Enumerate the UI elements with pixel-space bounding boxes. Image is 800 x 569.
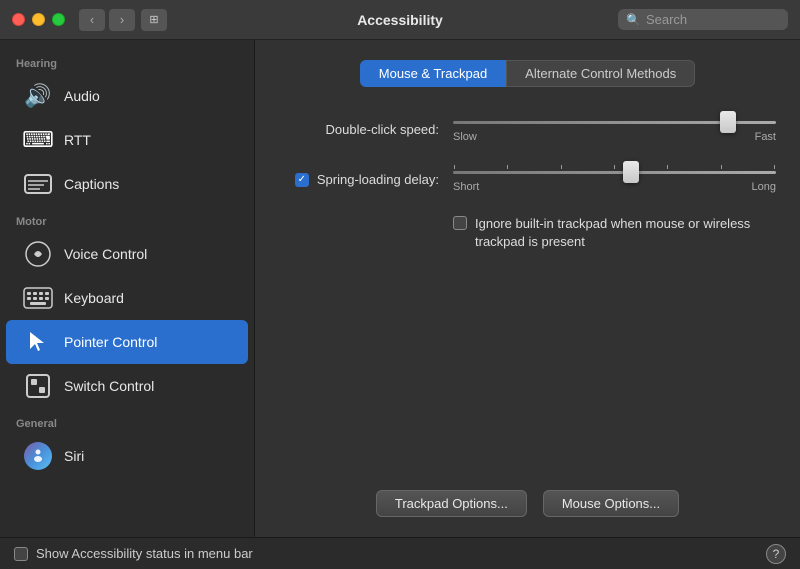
show-accessibility-checkbox[interactable] xyxy=(14,547,28,561)
sidebar-item-pointer-control[interactable]: Pointer Control xyxy=(6,320,248,364)
grid-button[interactable]: ⊞ xyxy=(141,9,167,31)
tab-bar: Mouse & Trackpad Alternate Control Metho… xyxy=(279,60,776,87)
sidebar-item-rtt-label: RTT xyxy=(64,132,91,148)
double-click-label: Double-click speed: xyxy=(279,122,439,137)
spring-loading-thumb[interactable] xyxy=(623,161,639,183)
ignore-trackpad-label: Ignore built-in trackpad when mouse or w… xyxy=(475,215,776,251)
spring-loading-labels: Short Long xyxy=(453,181,776,193)
ignore-trackpad-item: Ignore built-in trackpad when mouse or w… xyxy=(453,215,776,251)
minimize-button[interactable] xyxy=(32,13,45,26)
show-accessibility-row: Show Accessibility status in menu bar xyxy=(14,546,253,561)
sidebar-item-captions-label: Captions xyxy=(64,176,119,192)
sidebar-item-voice-control[interactable]: Voice Control xyxy=(6,232,248,276)
search-input[interactable] xyxy=(646,12,780,27)
sidebar-item-pointer-label: Pointer Control xyxy=(64,334,157,350)
spring-loading-checkbox[interactable]: ✓ xyxy=(295,173,309,187)
spring-loading-slider-container: Short Long xyxy=(453,165,776,193)
switch-control-icon xyxy=(22,370,54,402)
help-button[interactable]: ? xyxy=(766,544,786,564)
status-bar: Show Accessibility status in menu bar ? xyxy=(0,537,800,569)
trackpad-options-button[interactable]: Trackpad Options... xyxy=(376,490,527,517)
double-click-fast: Fast xyxy=(755,131,776,143)
double-click-slider-container: Slow Fast xyxy=(453,115,776,143)
double-click-thumb[interactable] xyxy=(720,111,736,133)
content-area: Mouse & Trackpad Alternate Control Metho… xyxy=(255,40,800,537)
spring-loading-slider-track[interactable] xyxy=(453,165,776,179)
back-button[interactable]: ‹ xyxy=(79,9,105,31)
maximize-button[interactable] xyxy=(52,13,65,26)
pointer-control-icon xyxy=(22,326,54,358)
double-click-slider-track[interactable] xyxy=(453,115,776,129)
search-icon: 🔍 xyxy=(626,13,641,27)
bottom-buttons: Trackpad Options... Mouse Options... xyxy=(279,470,776,517)
tab-mouse-trackpad[interactable]: Mouse & Trackpad xyxy=(360,60,506,87)
sidebar-item-siri[interactable]: Siri xyxy=(6,434,248,478)
traffic-lights xyxy=(12,13,65,26)
ignore-trackpad-row: Ignore built-in trackpad when mouse or w… xyxy=(453,215,776,251)
ignore-trackpad-checkbox[interactable] xyxy=(453,216,467,230)
spring-loading-label: Spring-loading delay: xyxy=(317,172,439,187)
siri-icon xyxy=(22,440,54,472)
sidebar-item-switch-control[interactable]: Switch Control xyxy=(6,364,248,408)
sidebar-item-keyboard[interactable]: Keyboard xyxy=(6,276,248,320)
titlebar: ‹ › ⊞ Accessibility 🔍 xyxy=(0,0,800,40)
sidebar-item-captions[interactable]: Captions xyxy=(6,162,248,206)
spring-loading-long: Long xyxy=(752,181,776,193)
double-click-slow: Slow xyxy=(453,131,477,143)
rtt-icon: ⌨ xyxy=(22,124,54,156)
show-accessibility-label: Show Accessibility status in menu bar xyxy=(36,546,253,561)
close-button[interactable] xyxy=(12,13,25,26)
spring-loading-slider-line xyxy=(453,171,776,174)
sidebar-item-audio[interactable]: 🔊 Audio xyxy=(6,74,248,118)
spring-loading-row: ✓ Spring-loading delay: xyxy=(279,165,776,193)
audio-icon: 🔊 xyxy=(22,80,54,112)
double-click-slider-line xyxy=(453,121,776,124)
section-general: General xyxy=(0,408,254,434)
nav-arrows: ‹ › xyxy=(79,9,135,31)
captions-icon xyxy=(22,168,54,200)
sidebar-item-siri-label: Siri xyxy=(64,448,84,464)
section-hearing: Hearing xyxy=(0,48,254,74)
settings-section: Double-click speed: Slow Fast ✓ xyxy=(279,115,776,470)
double-click-row: Double-click speed: Slow Fast xyxy=(279,115,776,143)
voice-control-icon xyxy=(22,238,54,270)
window-title: Accessibility xyxy=(357,12,443,28)
mouse-options-button[interactable]: Mouse Options... xyxy=(543,490,679,517)
sidebar: Hearing 🔊 Audio ⌨ RTT Captions Motor Voi… xyxy=(0,40,255,537)
keyboard-icon xyxy=(22,282,54,314)
main-content: Hearing 🔊 Audio ⌨ RTT Captions Motor Voi… xyxy=(0,40,800,537)
sidebar-item-keyboard-label: Keyboard xyxy=(64,290,124,306)
section-motor: Motor xyxy=(0,206,254,232)
tab-alternate-control[interactable]: Alternate Control Methods xyxy=(506,60,695,87)
sidebar-item-voice-label: Voice Control xyxy=(64,246,147,262)
search-bar[interactable]: 🔍 xyxy=(618,9,788,30)
forward-button[interactable]: › xyxy=(109,9,135,31)
sidebar-item-switch-label: Switch Control xyxy=(64,378,154,394)
sidebar-item-audio-label: Audio xyxy=(64,88,100,104)
sidebar-item-rtt[interactable]: ⌨ RTT xyxy=(6,118,248,162)
spring-loading-short: Short xyxy=(453,181,479,193)
